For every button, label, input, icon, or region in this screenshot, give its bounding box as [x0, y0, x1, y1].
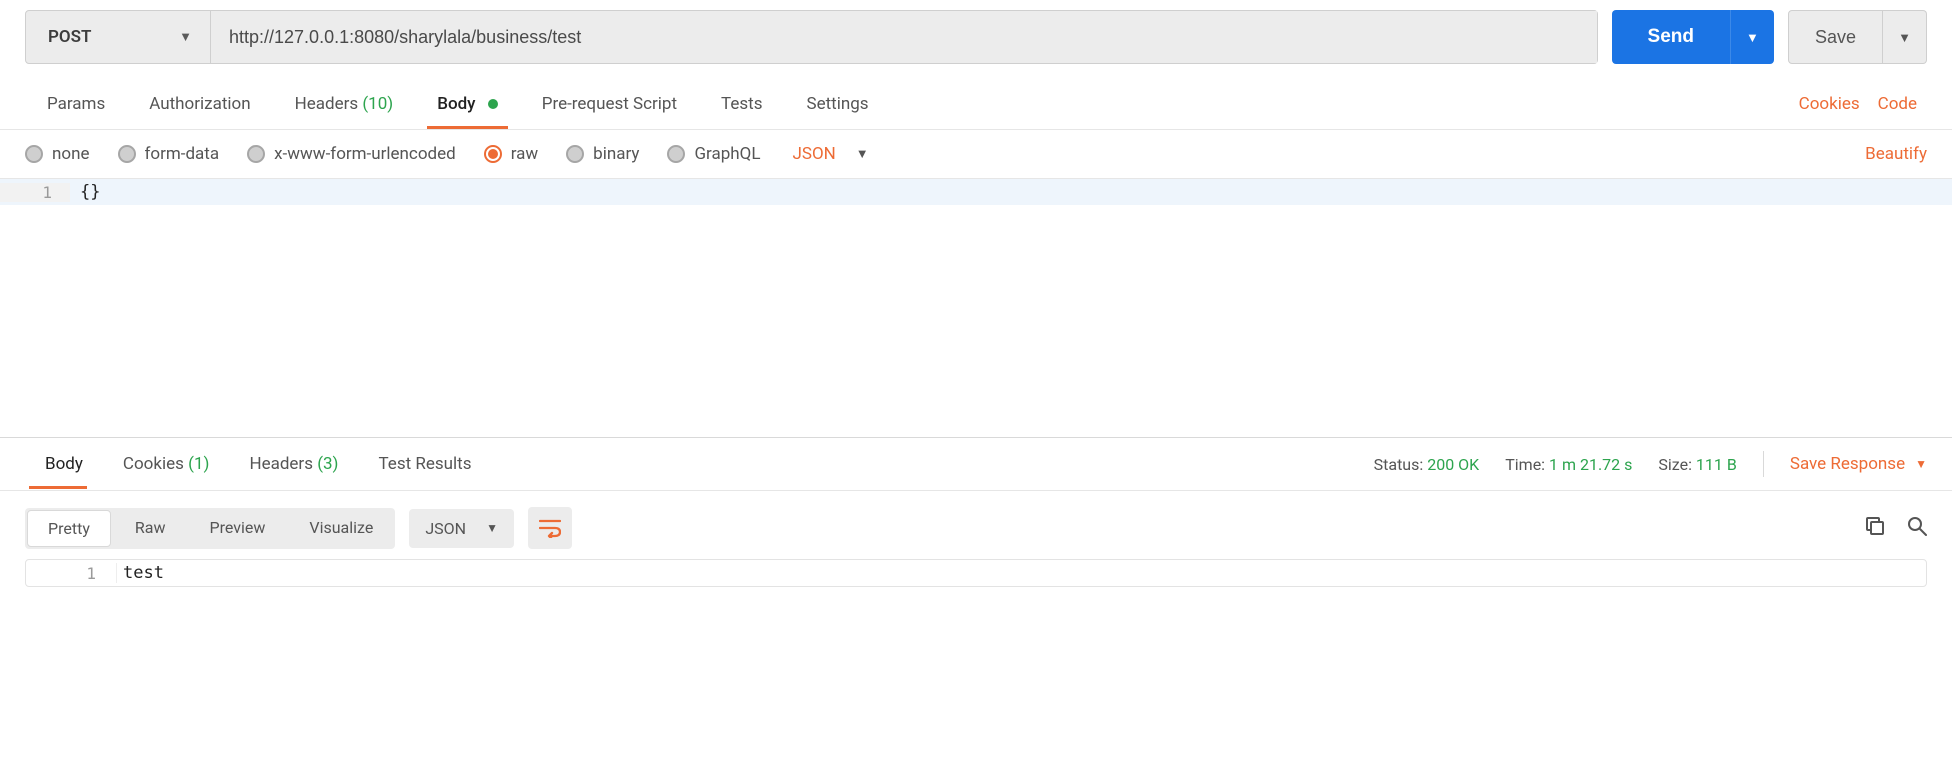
search-button[interactable]: [1907, 516, 1927, 540]
response-tab-headers-label: Headers: [249, 454, 313, 474]
method-select[interactable]: POST ▼: [26, 11, 211, 63]
size-label: Size:: [1658, 455, 1692, 474]
search-icon: [1907, 516, 1927, 536]
time-value: 1 m 21.72 s: [1549, 455, 1632, 474]
save-button[interactable]: Save: [1788, 10, 1883, 64]
request-body-editor[interactable]: 1 {}: [0, 179, 1952, 437]
body-type-raw-label: raw: [511, 144, 538, 164]
view-visualize[interactable]: Visualize: [287, 508, 395, 549]
code-link[interactable]: Code: [1878, 94, 1917, 114]
chevron-down-icon: ▼: [856, 146, 869, 162]
response-tab-testresults[interactable]: Test Results: [358, 440, 491, 488]
line-number: 1: [0, 183, 70, 202]
body-type-graphql[interactable]: GraphQL: [667, 144, 760, 164]
save-dropdown[interactable]: ▼: [1883, 10, 1927, 64]
status-label: Status:: [1374, 455, 1424, 474]
radio-selected-icon: [484, 145, 502, 163]
status-group: Status: 200 OK: [1374, 455, 1480, 474]
line-number: 1: [26, 564, 116, 583]
copy-icon: [1865, 516, 1885, 536]
body-type-graphql-label: GraphQL: [694, 144, 760, 164]
tab-prerequest[interactable]: Pre-request Script: [520, 80, 699, 128]
status-value: 200 OK: [1427, 455, 1479, 474]
method-label: POST: [48, 27, 91, 47]
view-preview[interactable]: Preview: [187, 508, 287, 549]
cookies-link[interactable]: Cookies: [1799, 94, 1860, 114]
response-tab-cookies-label: Cookies: [123, 454, 184, 474]
response-language-select[interactable]: JSON ▼: [409, 509, 514, 548]
size-group: Size: 111 B: [1658, 455, 1736, 474]
tab-headers-count: (10): [362, 94, 393, 114]
chevron-down-icon: ▼: [486, 521, 498, 535]
radio-icon: [118, 145, 136, 163]
body-type-formdata-label: form-data: [145, 144, 220, 164]
radio-icon: [247, 145, 265, 163]
radio-icon: [667, 145, 685, 163]
chevron-down-icon: ▼: [179, 29, 192, 45]
response-language-label: JSON: [425, 519, 466, 538]
save-response-button[interactable]: Save Response ▼: [1790, 454, 1927, 474]
body-type-formdata[interactable]: form-data: [118, 144, 220, 164]
tab-body[interactable]: Body: [415, 80, 520, 128]
wrap-lines-button[interactable]: [528, 507, 572, 549]
modified-dot-icon: [488, 99, 498, 109]
url-input[interactable]: [211, 11, 1597, 63]
send-button[interactable]: Send: [1612, 10, 1730, 64]
response-tab-headers[interactable]: Headers (3): [229, 440, 358, 488]
view-raw[interactable]: Raw: [113, 508, 188, 549]
body-type-none-label: none: [52, 144, 90, 164]
body-type-none[interactable]: none: [25, 144, 90, 164]
code-line: {}: [70, 182, 100, 202]
body-type-raw[interactable]: raw: [484, 144, 538, 164]
tab-tests[interactable]: Tests: [699, 80, 784, 128]
tab-settings[interactable]: Settings: [784, 80, 890, 128]
time-group: Time: 1 m 21.72 s: [1505, 455, 1632, 474]
response-tab-body[interactable]: Body: [25, 440, 103, 488]
body-type-xwww[interactable]: x-www-form-urlencoded: [247, 144, 456, 164]
body-type-binary-label: binary: [593, 144, 639, 164]
size-value: 111 B: [1696, 455, 1737, 474]
response-tab-cookies[interactable]: Cookies (1): [103, 440, 230, 488]
copy-button[interactable]: [1865, 516, 1885, 540]
divider: [1763, 451, 1764, 477]
chevron-down-icon: ▼: [1915, 457, 1927, 471]
tab-body-label: Body: [437, 94, 475, 114]
tab-params[interactable]: Params: [25, 80, 127, 128]
body-type-xwww-label: x-www-form-urlencoded: [274, 144, 456, 164]
time-label: Time:: [1505, 455, 1545, 474]
tab-headers-label: Headers: [295, 94, 359, 114]
save-response-label: Save Response: [1790, 454, 1905, 474]
body-type-binary[interactable]: binary: [566, 144, 639, 164]
beautify-link[interactable]: Beautify: [1865, 144, 1927, 164]
code-line: test: [116, 563, 1926, 583]
send-dropdown[interactable]: ▼: [1730, 10, 1774, 64]
radio-icon: [25, 145, 43, 163]
response-tab-headers-count: (3): [317, 454, 338, 474]
response-body-editor[interactable]: 1 test: [25, 559, 1927, 587]
radio-icon: [566, 145, 584, 163]
tab-authorization[interactable]: Authorization: [127, 80, 272, 128]
wrap-icon: [539, 518, 561, 538]
body-language-label: JSON: [792, 144, 835, 164]
body-language-select[interactable]: JSON ▼: [792, 144, 868, 164]
response-tab-cookies-count: (1): [188, 454, 209, 474]
view-pretty[interactable]: Pretty: [27, 510, 111, 547]
tab-headers[interactable]: Headers (10): [273, 80, 416, 128]
